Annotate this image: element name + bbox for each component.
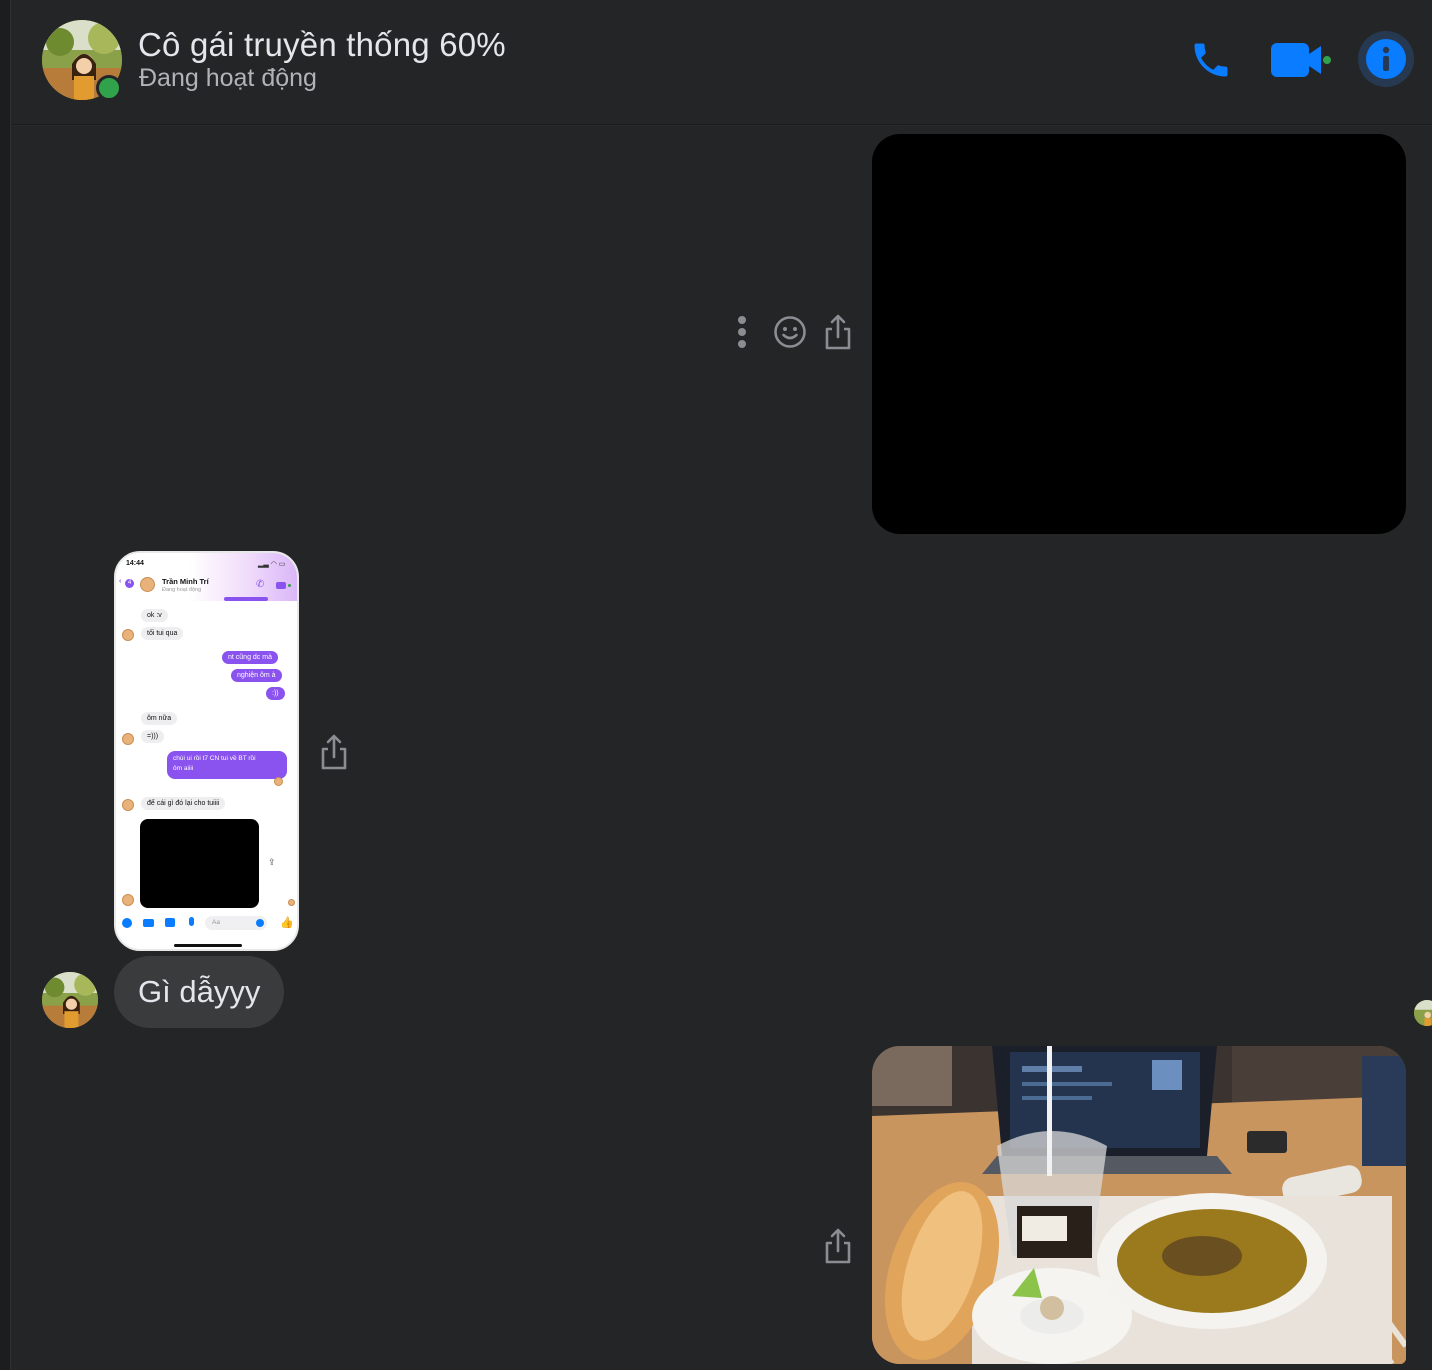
phone-icon — [1194, 43, 1228, 77]
screenshot-header-underline — [224, 597, 268, 601]
active-status-text: Đang hoạt động — [139, 64, 317, 92]
screenshot-msg-in: để cái gì đó lại cho tuiiii — [141, 797, 226, 810]
screenshot-online-dot — [288, 584, 291, 587]
more-vertical-icon — [738, 316, 746, 348]
screenshot-msg-out: nt cũng dc mà — [222, 651, 278, 664]
screenshot-msg-in: =))) — [141, 730, 165, 743]
screenshot-msg-in: tối tui qua — [141, 627, 184, 640]
screenshot-contact-name: Trần Minh Trí — [162, 577, 209, 586]
video-call-button[interactable] — [1267, 38, 1335, 82]
screenshot-seen-avatar — [274, 777, 283, 786]
screenshot-contact-status: Đang hoạt động — [162, 587, 202, 593]
incoming-message-bubble[interactable]: Gì dẫyyy — [114, 956, 285, 1028]
online-status-dot — [96, 75, 122, 101]
outgoing-food-photo[interactable] — [872, 1046, 1406, 1364]
share-icon — [321, 734, 347, 770]
screenshot-sender-avatar — [122, 733, 134, 745]
conversation-info-button[interactable] — [1358, 31, 1414, 87]
screenshot-gallery-icon — [165, 918, 175, 927]
info-icon — [1366, 39, 1406, 79]
screenshot-back-count: 4 — [125, 579, 134, 588]
react-button[interactable] — [772, 314, 808, 350]
share-button[interactable] — [316, 732, 352, 772]
screenshot-contact-avatar — [140, 577, 155, 592]
screenshot-home-indicator — [174, 944, 242, 947]
conversation-title[interactable]: Cô gái truyền thống 60% — [138, 26, 506, 64]
screenshot-video-icon — [276, 582, 286, 589]
screenshot-composer: Aa 👍 — [116, 913, 297, 935]
screenshot-sender-avatar — [122, 799, 134, 811]
more-options-button[interactable] — [728, 312, 756, 352]
screenshot-emoji-icon — [256, 919, 264, 927]
voice-call-button[interactable] — [1185, 36, 1237, 84]
incoming-screenshot-image[interactable]: 14:44 ▂▃ ◠ ▭ ‹ 4 Trần Minh Trí Đang hoạt… — [114, 551, 299, 951]
screenshot-back-icon: ‹ — [119, 578, 122, 585]
sender-avatar[interactable] — [42, 972, 98, 1028]
share-icon — [825, 314, 851, 350]
screenshot-redacted-media — [140, 819, 259, 908]
left-sidebar-edge — [0, 0, 11, 1370]
screenshot-sender-avatar — [122, 629, 134, 641]
screenshot-mic-icon — [189, 917, 194, 926]
screenshot-msg-out-multiline: chùi ui rồi t7 CN tui về BT rồi ôm aiiii — [167, 751, 287, 779]
screenshot-plus-icon — [122, 918, 132, 928]
screenshot-msg-out: nghiện ôm à — [231, 669, 282, 682]
screenshot-camera-icon — [143, 919, 154, 927]
screenshot-time: 14:44 — [126, 560, 144, 567]
screenshot-sender-avatar — [122, 894, 134, 906]
screenshot-signal-icons: ▂▃ ◠ ▭ — [258, 561, 286, 568]
smiley-icon — [774, 316, 806, 348]
read-receipt-avatar — [1414, 1000, 1432, 1026]
screenshot-share-icon: ⇪ — [268, 857, 276, 867]
screenshot-input: Aa — [205, 916, 267, 930]
conversation-header: Cô gái truyền thống 60% Đang hoạt động — [11, 0, 1432, 125]
screenshot-call-icon: ✆ — [256, 579, 265, 590]
video-camera-icon — [1271, 43, 1331, 77]
outgoing-media-redacted[interactable] — [872, 134, 1406, 534]
screenshot-seen-avatar — [288, 899, 295, 906]
screenshot-msg-out: :)) — [266, 687, 285, 700]
screenshot-msg-in: ôm nữa — [141, 712, 178, 725]
screenshot-msg-in: ok :v — [141, 609, 168, 622]
share-button[interactable] — [820, 312, 856, 352]
share-button[interactable] — [820, 1226, 856, 1266]
share-icon — [825, 1228, 851, 1264]
screenshot-like-icon: 👍 — [280, 917, 294, 929]
